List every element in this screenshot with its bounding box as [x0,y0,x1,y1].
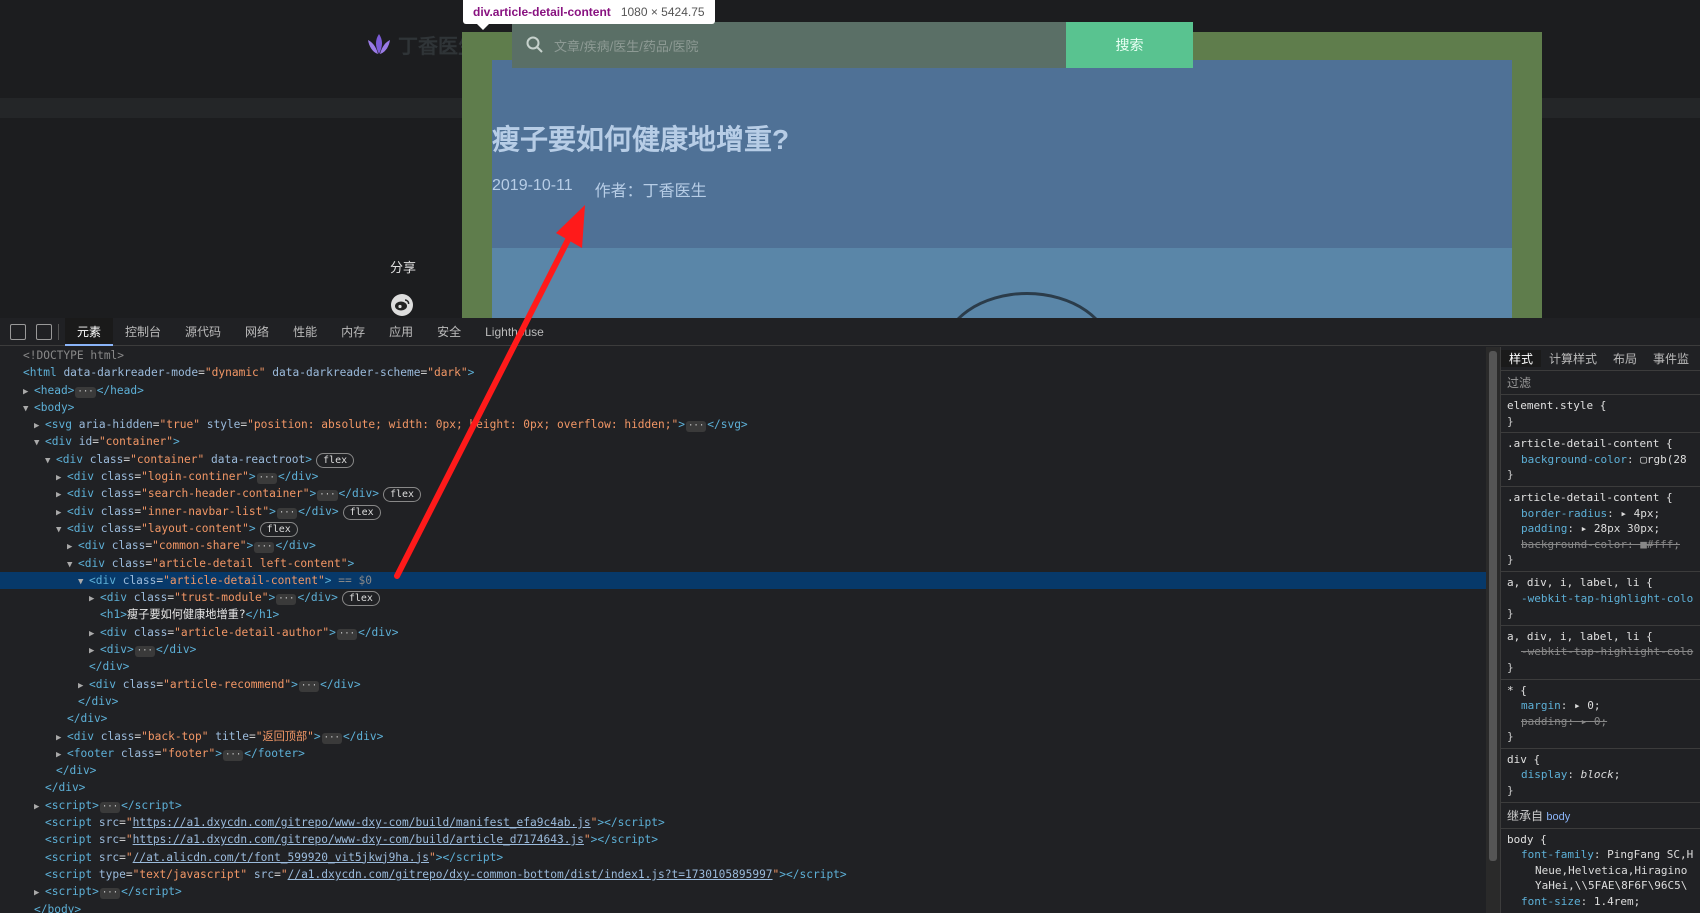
dom-node[interactable]: ▼ <div id="container"> [0,433,1486,450]
dom-node[interactable]: ▼ <div class="container" data-reactroot> f… [0,451,1486,468]
tab-network[interactable]: 网络 [233,318,281,346]
inherited-header: 继承自 body [1501,803,1700,829]
search-input[interactable]: 文章/疾病/医生/药品/医院 [512,22,1066,68]
tooltip-selector: div.article-detail-content [473,5,611,19]
dom-node[interactable]: ▶ <svg aria-hidden="true" style="position… [0,416,1486,433]
tab-memory[interactable]: 内存 [329,318,377,346]
elements-scrollbar[interactable] [1486,347,1500,913]
inspect-element-icon[interactable] [10,323,26,340]
tab-application[interactable]: 应用 [377,318,425,346]
elements-tree[interactable]: <!DOCTYPE html> <html data-darkreader-mod… [0,347,1486,913]
styles-tab-bar: 样式 计算样式 布局 事件监 [1501,347,1700,371]
article-title: 瘦子要如何健康地增重? [492,124,790,155]
dom-node[interactable]: </div> [0,693,1486,710]
tab-security[interactable]: 安全 [425,318,473,346]
body-style-rule: body {font-family: PingFang SC,H Neue,Hel… [1501,829,1700,913]
inherited-from-link[interactable]: body [1546,811,1570,823]
dom-node[interactable]: ▶ <script> ··· </script> [0,797,1486,814]
weibo-share-icon[interactable] [391,294,413,316]
clove-logo-icon [368,33,390,54]
style-rule[interactable]: element.style {} [1501,395,1700,434]
dom-node[interactable]: ▶ <div class="article-detail-author"> ··· <… [0,624,1486,641]
article-date: 2019-10-11 [492,177,573,194]
style-rule[interactable]: .article-detail-content {background-colo… [1501,433,1700,487]
dom-node[interactable]: </div> [0,762,1486,779]
dom-node[interactable]: </div> [0,779,1486,796]
dom-node[interactable]: ▶ <div> ··· </div> [0,641,1486,658]
dom-node[interactable]: ▶ <script> ··· </script> [0,883,1486,900]
styles-filter-input[interactable]: 过滤 [1501,371,1700,395]
style-rule[interactable]: a, div, i, label, li {-webkit-tap-highli… [1501,626,1700,680]
article-meta: 2019-10-11 作者：丁香医生 [492,177,707,201]
devtools-panel: 元素 控制台 源代码 网络 性能 内存 应用 安全 Lighthouse <!D… [0,317,1700,913]
dom-node[interactable]: ▶ <div class="article-recommend"> ··· </div… [0,676,1486,693]
tab-performance[interactable]: 性能 [281,318,329,346]
inspect-tooltip: div.article-detail-content 1080 × 5424.7… [463,0,715,30]
dom-node[interactable]: <script type="text/javascript" src="//a1… [0,866,1486,883]
tab-lighthouse[interactable]: Lighthouse [473,318,556,346]
tab-styles[interactable]: 样式 [1501,350,1542,367]
dom-node[interactable]: ▶ <head> ··· </head> [0,382,1486,399]
tab-layout[interactable]: 布局 [1605,350,1645,367]
dom-node[interactable]: <script src="//at.alicdn.com/t/font_5999… [0,849,1486,866]
dom-node[interactable]: ▼ <div class="article-detail left-content… [0,555,1486,572]
dom-node[interactable]: </div> [0,710,1486,727]
device-toolbar-icon[interactable] [36,323,52,340]
tab-sources[interactable]: 源代码 [173,318,233,346]
tab-console[interactable]: 控制台 [113,318,173,346]
devtools-tab-bar: 元素 控制台 源代码 网络 性能 内存 应用 安全 Lighthouse [0,317,1700,346]
search-button[interactable]: 搜索 [1066,22,1193,68]
page-viewport: 丁香医生 文章/疾病/医生/药品/医院 搜索 瘦子要如何健康地增重? 2019-… [0,0,1700,318]
dom-node[interactable]: ▶ <div class="back-top" title="返回顶部"> ··· <… [0,728,1486,745]
search-placeholder: 文章/疾病/医生/药品/医院 [554,38,699,54]
article-image [492,248,1512,318]
style-rules-list: element.style {} .article-detail-content … [1501,395,1700,803]
dom-node[interactable]: ▶ <div class="login-continer"> ··· </div> [0,468,1486,485]
dom-node[interactable]: ▶ <footer class="footer"> ··· </footer> [0,745,1486,762]
share-label: 分享 [390,260,417,275]
article-author: 作者：丁香医生 [594,183,707,200]
dom-node[interactable]: </div> [0,658,1486,675]
style-rule[interactable]: .article-detail-content {border-radius: … [1501,487,1700,572]
dom-node[interactable]: <script src="https://a1.dxycdn.com/gitre… [0,814,1486,831]
dom-node-selected[interactable]: ▼ <div class="article-detail-content"> ==… [0,571,1486,590]
styles-pane: 样式 计算样式 布局 事件监 过滤 element.style {} .artic… [1500,347,1700,913]
dom-node[interactable]: <html data-darkreader-mode="dynamic" dat… [0,364,1486,381]
dom-node[interactable]: ▶ <div class="trust-module"> ··· </div> flex [0,589,1486,607]
dom-node[interactable]: <script src="https://a1.dxycdn.com/gitre… [0,831,1486,848]
dom-node[interactable]: <!DOCTYPE html> [0,347,1486,364]
image-figure-outline [942,292,1112,318]
style-rule[interactable]: a, div, i, label, li {-webkit-tap-highli… [1501,572,1700,626]
tab-event-listeners[interactable]: 事件监 [1645,350,1697,367]
dom-node[interactable]: ▶ <div class="common-share"> ··· </div> [0,537,1486,554]
dom-node[interactable]: ▼ <div class="layout-content"> flex [0,520,1486,537]
tooltip-dimensions: 1080 × 5424.75 [620,5,705,19]
style-rule[interactable]: * {margin: ▸ 0; padding: ▸ 0;} [1501,680,1700,749]
tab-computed[interactable]: 计算样式 [1541,350,1605,367]
dom-node[interactable]: </body> [0,901,1486,913]
tab-elements[interactable]: 元素 [65,317,114,346]
search-icon [526,36,543,53]
dom-node[interactable]: ▶ <div class="inner-navbar-list"> ··· </div… [0,503,1486,520]
dom-node[interactable]: ▼ <body> [0,399,1486,416]
dom-node[interactable]: ▶ <div class="search-header-container"> ··… [0,485,1486,503]
dom-node[interactable]: <h1>瘦子要如何健康地增重?</h1> [0,606,1486,623]
style-rule[interactable]: div {display: block;} [1501,749,1700,803]
